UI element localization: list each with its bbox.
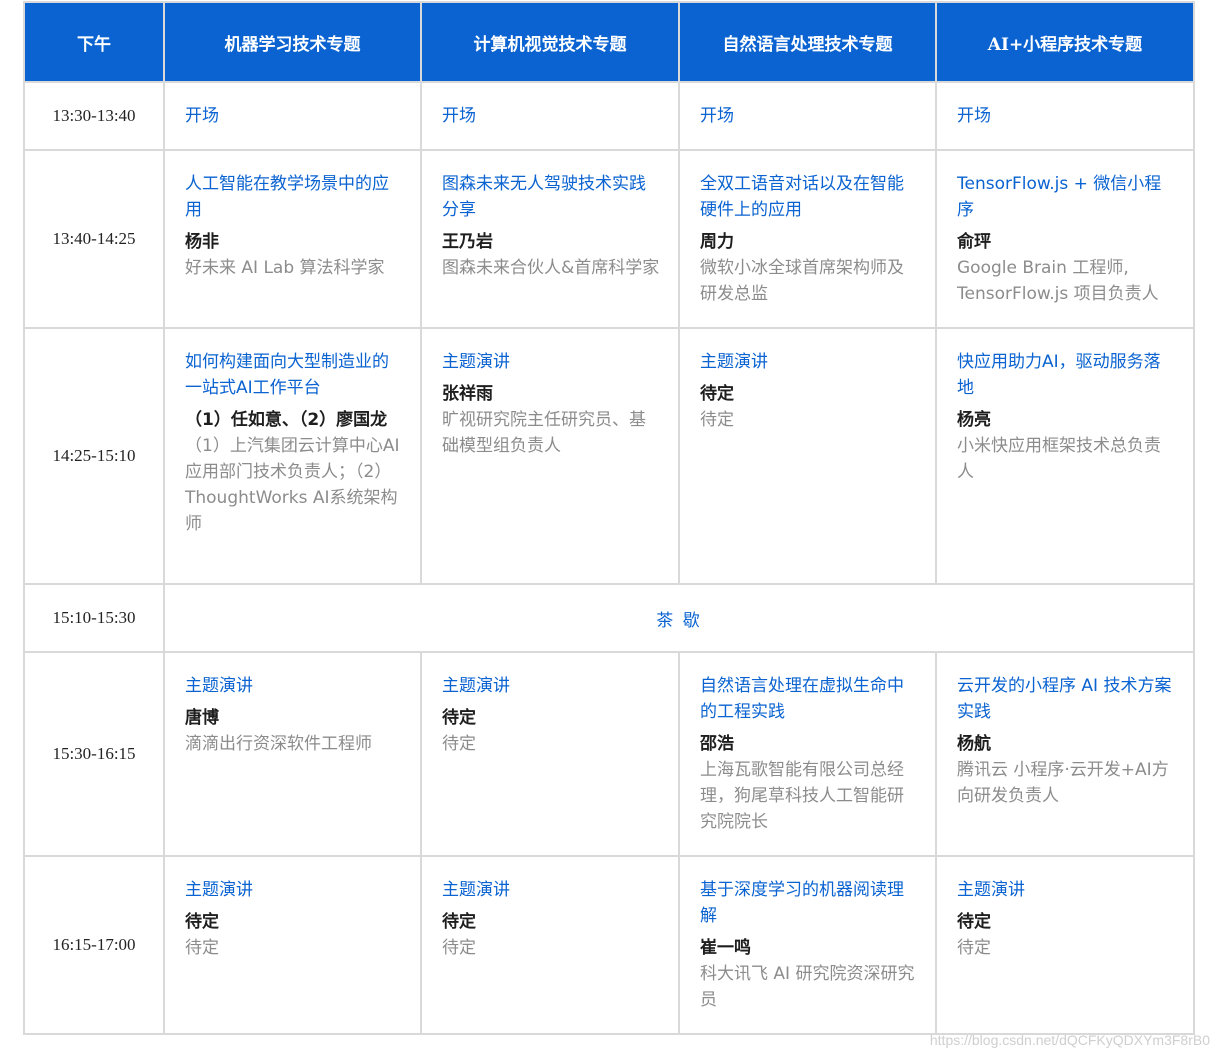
speaker-name: 崔一鸣 (700, 938, 751, 958)
speaker-name: 王乃岩 (442, 232, 493, 252)
speaker-name: 邵浩 (700, 734, 734, 754)
speaker-role: 腾讯云 小程序·云开发+AI方向研发负责人 (957, 760, 1169, 806)
session-cell: 主题演讲 唐博 滴滴出行资深软件工程师 (163, 651, 422, 857)
session-title[interactable]: 图森未来无人驾驶技术实践分享 (442, 171, 660, 223)
speaker-name: 杨亮 (957, 410, 991, 430)
session-title[interactable]: 人工智能在教学场景中的应用 (185, 171, 402, 223)
speaker-name: （1）任如意、（2）廖国龙 (185, 410, 388, 430)
speaker-role: Google Brain 工程师, TensorFlow.js 项目负责人 (957, 258, 1159, 304)
speaker-role: 微软小冰全球首席架构师及研发总监 (700, 258, 904, 304)
table-row: 13:30-13:40 开场 开场 开场 开场 (23, 81, 1195, 151)
speaker-name: 杨非 (185, 232, 219, 252)
speaker-role: 待定 (700, 410, 734, 430)
session-title[interactable]: 开场 (185, 103, 402, 129)
header-track-miniprogram: AI+小程序技术专题 (935, 1, 1195, 83)
speaker-name: 待定 (185, 912, 219, 932)
speaker-role: 待定 (442, 734, 476, 754)
session-title[interactable]: 云开发的小程序 AI 技术方案实践 (957, 673, 1175, 725)
time-slot: 14:25-15:10 (23, 327, 165, 585)
session-cell: 主题演讲 张祥雨 旷视研究院主任研究员、基础模型组负责人 (420, 327, 680, 585)
session-cell: 图森未来无人驾驶技术实践分享 王乃岩 图森未来合伙人&首席科学家 (420, 149, 680, 329)
header-corner: 下午 (23, 1, 165, 83)
schedule-table: 下午 机器学习技术专题 计算机视觉技术专题 自然语言处理技术专题 AI+小程序技… (23, 1, 1195, 1035)
time-slot: 13:30-13:40 (23, 81, 165, 151)
speaker-name: 张祥雨 (442, 384, 493, 404)
speaker-role: 待定 (957, 938, 991, 958)
time-slot: 13:40-14:25 (23, 149, 165, 329)
speaker-name: 杨航 (957, 734, 991, 754)
session-cell: 开场 (678, 81, 937, 151)
session-title[interactable]: 自然语言处理在虚拟生命中的工程实践 (700, 673, 917, 725)
speaker-role: 小米快应用框架技术总负责人 (957, 436, 1161, 482)
tea-break-cell[interactable]: 茶 歇 (163, 583, 1195, 653)
time-slot: 15:10-15:30 (23, 583, 165, 653)
speaker-role: 滴滴出行资深软件工程师 (185, 734, 372, 754)
speaker-role: （1）上汽集团云计算中心AI应用部门技术负责人；（2）ThoughtWorks … (185, 436, 400, 534)
speaker-name: 周力 (700, 232, 734, 252)
session-cell: 基于深度学习的机器阅读理解 崔一鸣 科大讯飞 AI 研究院资深研究员 (678, 855, 937, 1035)
session-cell: 开场 (420, 81, 680, 151)
session-title[interactable]: 快应用助力AI，驱动服务落地 (957, 349, 1175, 401)
speaker-role: 待定 (185, 938, 219, 958)
speaker-name: 俞玶 (957, 232, 991, 252)
speaker-role: 图森未来合伙人&首席科学家 (442, 258, 660, 278)
session-cell: 主题演讲 待定 待定 (935, 855, 1195, 1035)
session-cell: 主题演讲 待定 待定 (420, 855, 680, 1035)
session-cell: 主题演讲 待定 待定 (163, 855, 422, 1035)
session-title[interactable]: TensorFlow.js + 微信小程序 (957, 171, 1175, 223)
session-cell: 云开发的小程序 AI 技术方案实践 杨航 腾讯云 小程序·云开发+AI方向研发负… (935, 651, 1195, 857)
session-cell: TensorFlow.js + 微信小程序 俞玶 Google Brain 工程… (935, 149, 1195, 329)
session-cell: 人工智能在教学场景中的应用 杨非 好未来 AI Lab 算法科学家 (163, 149, 422, 329)
table-row: 15:10-15:30 茶 歇 (23, 583, 1195, 653)
session-title[interactable]: 基于深度学习的机器阅读理解 (700, 877, 917, 929)
speaker-name: 唐博 (185, 708, 219, 728)
session-cell: 如何构建面向大型制造业的一站式AI工作平台 （1）任如意、（2）廖国龙 （1）上… (163, 327, 422, 585)
table-row: 16:15-17:00 主题演讲 待定 待定 主题演讲 待定 待定 基于深度学习… (23, 855, 1195, 1035)
session-title[interactable]: 开场 (700, 103, 917, 129)
session-cell: 主题演讲 待定 待定 (420, 651, 680, 857)
header-row: 下午 机器学习技术专题 计算机视觉技术专题 自然语言处理技术专题 AI+小程序技… (23, 1, 1195, 83)
speaker-role: 好未来 AI Lab 算法科学家 (185, 258, 385, 278)
time-slot: 15:30-16:15 (23, 651, 165, 857)
watermark: https://blog.csdn.net/dQCFKyQDXYm3F8rB0 (929, 1032, 1210, 1048)
session-cell: 全双工语音对话以及在智能硬件上的应用 周力 微软小冰全球首席架构师及研发总监 (678, 149, 937, 329)
speaker-name: 待定 (442, 708, 476, 728)
session-title[interactable]: 主题演讲 (442, 673, 660, 699)
session-title[interactable]: 如何构建面向大型制造业的一站式AI工作平台 (185, 349, 402, 401)
table-row: 13:40-14:25 人工智能在教学场景中的应用 杨非 好未来 AI Lab … (23, 149, 1195, 329)
session-title[interactable]: 全双工语音对话以及在智能硬件上的应用 (700, 171, 917, 223)
session-title[interactable]: 主题演讲 (185, 877, 402, 903)
header-track-nlp: 自然语言处理技术专题 (678, 1, 937, 83)
speaker-role: 上海瓦歌智能有限公司总经理，狗尾草科技人工智能研究院院长 (700, 760, 904, 832)
session-cell: 快应用助力AI，驱动服务落地 杨亮 小米快应用框架技术总负责人 (935, 327, 1195, 585)
session-title[interactable]: 主题演讲 (957, 877, 1175, 903)
session-cell: 自然语言处理在虚拟生命中的工程实践 邵浩 上海瓦歌智能有限公司总经理，狗尾草科技… (678, 651, 937, 857)
header-track-cv: 计算机视觉技术专题 (420, 1, 680, 83)
session-title[interactable]: 主题演讲 (700, 349, 917, 375)
time-slot: 16:15-17:00 (23, 855, 165, 1035)
table-row: 14:25-15:10 如何构建面向大型制造业的一站式AI工作平台 （1）任如意… (23, 327, 1195, 585)
session-cell: 开场 (935, 81, 1195, 151)
session-title[interactable]: 主题演讲 (442, 877, 660, 903)
speaker-role: 科大讯飞 AI 研究院资深研究员 (700, 964, 915, 1010)
speaker-name: 待定 (700, 384, 734, 404)
table-row: 15:30-16:15 主题演讲 唐博 滴滴出行资深软件工程师 主题演讲 待定 … (23, 651, 1195, 857)
session-cell: 主题演讲 待定 待定 (678, 327, 937, 585)
speaker-role: 旷视研究院主任研究员、基础模型组负责人 (442, 410, 646, 456)
speaker-name: 待定 (957, 912, 991, 932)
session-title[interactable]: 开场 (957, 103, 1175, 129)
session-title[interactable]: 开场 (442, 103, 660, 129)
speaker-role: 待定 (442, 938, 476, 958)
speaker-name: 待定 (442, 912, 476, 932)
header-track-ml: 机器学习技术专题 (163, 1, 422, 83)
schedule-wrapper: 下午 机器学习技术专题 计算机视觉技术专题 自然语言处理技术专题 AI+小程序技… (23, 1, 1195, 1035)
session-cell: 开场 (163, 81, 422, 151)
session-title[interactable]: 主题演讲 (442, 349, 660, 375)
session-title[interactable]: 主题演讲 (185, 673, 402, 699)
